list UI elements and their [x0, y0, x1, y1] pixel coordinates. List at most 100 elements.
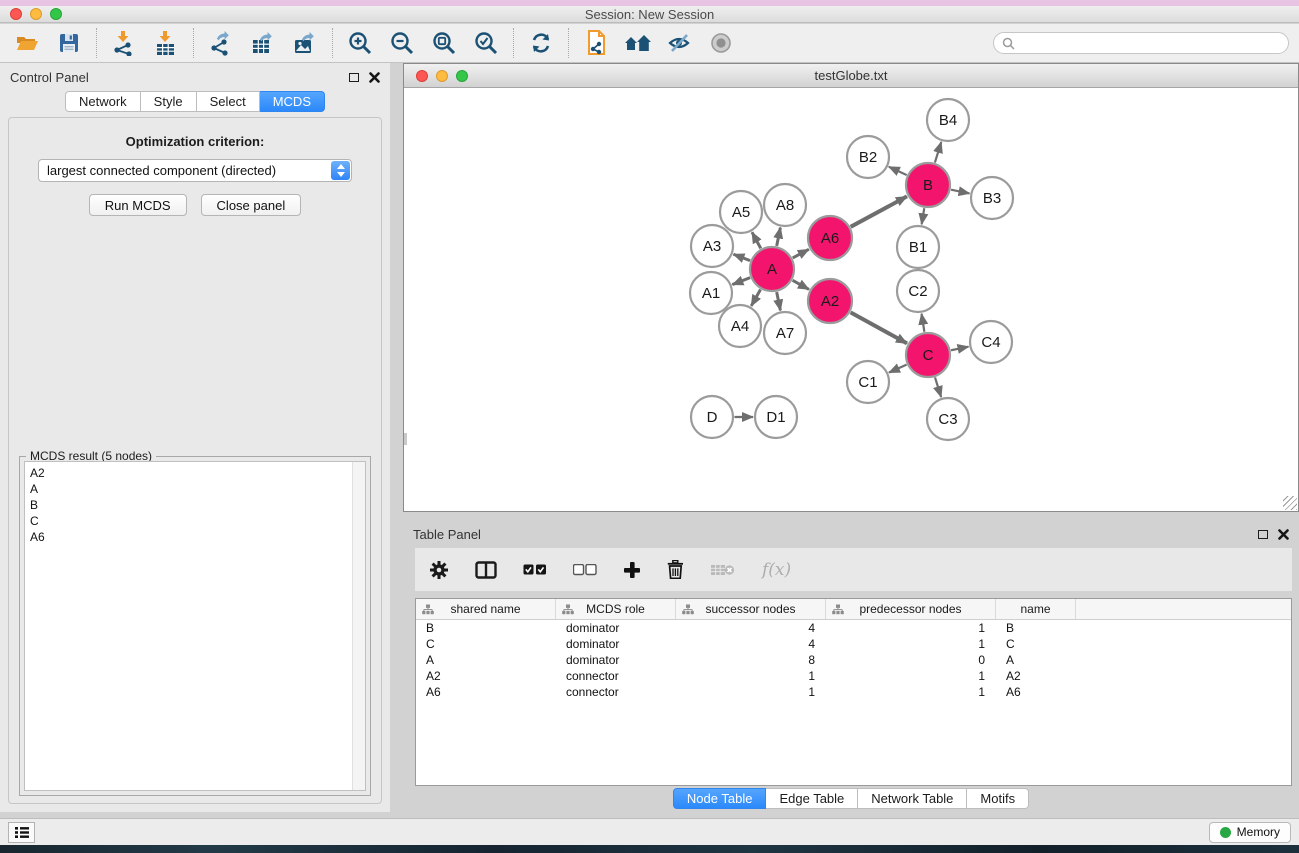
graph-edge-A-A7[interactable] — [777, 292, 781, 310]
zoom-selected-button[interactable] — [469, 27, 503, 59]
home-layout-button[interactable] — [621, 27, 655, 59]
tab-node-table[interactable]: Node Table — [673, 788, 767, 809]
graph-node-B2[interactable]: B2 — [847, 136, 889, 178]
graph-node-C1[interactable]: C1 — [847, 361, 889, 403]
table-settings-button[interactable] — [429, 560, 449, 580]
export-image-button[interactable] — [288, 27, 322, 59]
tab-motifs[interactable]: Motifs — [967, 788, 1029, 809]
graph-edge-A2-C[interactable] — [851, 312, 907, 343]
zoom-in-button[interactable] — [343, 27, 377, 59]
add-row-button[interactable] — [623, 561, 641, 579]
graph-edge-C-C2[interactable] — [922, 314, 925, 332]
graph-edge-B-B1[interactable] — [922, 208, 925, 224]
graph-node-A5[interactable]: A5 — [720, 191, 762, 233]
close-table-panel-icon[interactable] — [1278, 529, 1289, 540]
network-from-selection-button[interactable] — [579, 27, 613, 59]
column-header-predecessor-nodes[interactable]: predecessor nodes — [826, 599, 996, 619]
unselect-all-columns-button[interactable] — [573, 564, 597, 576]
import-network-button[interactable] — [107, 27, 141, 59]
criterion-dropdown[interactable]: largest connected component (directed) — [38, 159, 352, 182]
graph-node-C4[interactable]: C4 — [970, 321, 1012, 363]
delete-table-button[interactable] — [710, 563, 736, 577]
table-row[interactable]: Adominator80A — [416, 652, 1291, 668]
task-history-button[interactable] — [8, 822, 35, 843]
graph-edge-A-A3[interactable] — [733, 254, 750, 260]
graph-node-C[interactable]: C — [906, 333, 950, 377]
close-panel-icon[interactable] — [369, 72, 380, 83]
table-row[interactable]: Bdominator41B — [416, 620, 1291, 636]
graph-node-C2[interactable]: C2 — [897, 270, 939, 312]
mcds-result-item[interactable]: A — [30, 481, 347, 497]
window-resize-grip[interactable] — [1283, 496, 1297, 510]
mcds-result-item[interactable]: A2 — [30, 465, 347, 481]
function-builder-button[interactable]: f(x) — [762, 560, 791, 580]
mcds-result-item[interactable]: A6 — [30, 529, 347, 545]
graph-node-B3[interactable]: B3 — [971, 177, 1013, 219]
column-header-name[interactable]: name — [996, 599, 1076, 619]
column-header-MCDS-role[interactable]: MCDS role — [556, 599, 676, 619]
zoom-fit-button[interactable] — [427, 27, 461, 59]
graph-edge-A-A6[interactable] — [793, 249, 809, 258]
graph-edge-A6-B[interactable] — [851, 196, 907, 226]
graph-edge-C-C1[interactable] — [889, 365, 907, 373]
save-session-button[interactable] — [52, 27, 86, 59]
graph-node-C3[interactable]: C3 — [927, 398, 969, 440]
tab-network-table[interactable]: Network Table — [858, 788, 967, 809]
graph-node-A[interactable]: A — [750, 247, 794, 291]
delete-row-button[interactable] — [667, 560, 684, 579]
column-header-shared-name[interactable]: shared name — [416, 599, 556, 619]
refresh-button[interactable] — [524, 27, 558, 59]
network-window-titlebar[interactable]: testGlobe.txt — [404, 64, 1298, 88]
open-session-button[interactable] — [10, 27, 44, 59]
tab-style[interactable]: Style — [141, 91, 197, 112]
graph-edge-A-A8[interactable] — [777, 228, 781, 246]
memory-button[interactable]: Memory — [1209, 822, 1291, 843]
graph-edge-A-A4[interactable] — [751, 289, 760, 305]
graph-edge-C-C4[interactable] — [951, 347, 968, 351]
tab-edge-table[interactable]: Edge Table — [766, 788, 858, 809]
tab-select[interactable]: Select — [197, 91, 260, 112]
hide-graphics-details-button[interactable] — [663, 27, 697, 59]
table-row[interactable]: A6connector11A6 — [416, 684, 1291, 700]
graph-edge-A-A5[interactable] — [752, 232, 761, 248]
graph-node-B1[interactable]: B1 — [897, 226, 939, 268]
graph-node-A7[interactable]: A7 — [764, 312, 806, 354]
show-columns-button[interactable] — [475, 561, 497, 579]
search-input[interactable] — [1020, 36, 1280, 50]
network-canvas[interactable]: B4 B2 B B3 A5A8A6 B1 A3 A C2 A1 A2 A4A7 C4 C C1 D D1 C3 — [404, 88, 1298, 511]
result-scrollbar[interactable] — [352, 462, 365, 790]
graph-node-A8[interactable]: A8 — [764, 184, 806, 226]
tab-network[interactable]: Network — [65, 91, 141, 112]
table-row[interactable]: A2connector11A2 — [416, 668, 1291, 684]
mcds-result-item[interactable]: C — [30, 513, 347, 529]
graph-node-A6[interactable]: A6 — [808, 216, 852, 260]
float-panel-icon[interactable] — [349, 73, 359, 82]
graph-node-A4[interactable]: A4 — [719, 305, 761, 347]
graph-node-A1[interactable]: A1 — [690, 272, 732, 314]
float-table-panel-icon[interactable] — [1258, 530, 1268, 539]
zoom-out-button[interactable] — [385, 27, 419, 59]
close-panel-button[interactable]: Close panel — [201, 194, 302, 216]
tab-mcds[interactable]: MCDS — [260, 91, 325, 112]
select-all-columns-button[interactable] — [523, 564, 547, 576]
graph-node-B[interactable]: B — [906, 163, 950, 207]
graph-edge-A-A2[interactable] — [793, 280, 809, 289]
graph-node-D[interactable]: D — [691, 396, 733, 438]
export-network-button[interactable] — [204, 27, 238, 59]
graph-edge-B-B3[interactable] — [951, 190, 969, 194]
column-header-successor-nodes[interactable]: successor nodes — [676, 599, 826, 619]
export-table-button[interactable] — [246, 27, 280, 59]
graph-edge-B-B4[interactable] — [935, 142, 941, 163]
graph-node-A2[interactable]: A2 — [808, 279, 852, 323]
mcds-result-item[interactable]: B — [30, 497, 347, 513]
graph-edge-B-B2[interactable] — [889, 167, 907, 175]
birds-eye-view-button[interactable] — [705, 27, 739, 59]
graph-node-B4[interactable]: B4 — [927, 99, 969, 141]
graph-node-A3[interactable]: A3 — [691, 225, 733, 267]
table-row[interactable]: Cdominator41C — [416, 636, 1291, 652]
graph-edge-A-A1[interactable] — [732, 278, 750, 285]
graph-edge-C-C3[interactable] — [935, 377, 941, 397]
import-table-button[interactable] — [149, 27, 183, 59]
run-mcds-button[interactable]: Run MCDS — [89, 194, 187, 216]
graph-node-D1[interactable]: D1 — [755, 396, 797, 438]
